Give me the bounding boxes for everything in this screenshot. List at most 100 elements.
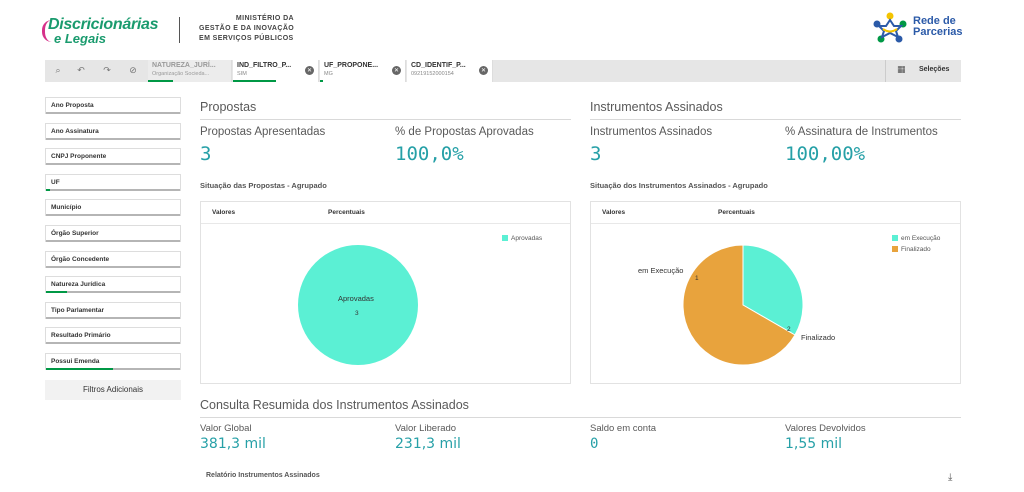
selections-button[interactable]: ▦ Seleções: [885, 60, 961, 82]
smart-search-icon[interactable]: ⌕: [51, 64, 65, 78]
selections-label: Seleções: [919, 66, 950, 73]
filter-label: Ano Proposta: [51, 102, 94, 109]
additional-filters-button[interactable]: Filtros Adicionais: [45, 380, 181, 400]
chip-natureza-juridica[interactable]: NATUREZA_JURÍ... Organização Socieda...: [148, 60, 232, 82]
filter-cnpj-proponente[interactable]: CNPJ Proponente: [45, 148, 181, 166]
consulta-label: Saldo em conta: [590, 423, 657, 434]
filter-label: Município: [51, 204, 82, 212]
consulta-section-title: Consulta Resumida dos Instrumentos Assin…: [200, 398, 469, 412]
consulta-value: 381,3 mil: [200, 436, 266, 452]
clear-selections-icon[interactable]: ⊘: [126, 64, 140, 78]
header-divider: [179, 17, 180, 43]
logo-line2: e Legais: [54, 31, 107, 46]
filter-uf[interactable]: UF: [45, 173, 181, 191]
propostas-section-title: Propostas: [200, 100, 257, 114]
filter-label: CNPJ Proponente: [51, 153, 107, 161]
close-icon[interactable]: ✕: [305, 66, 314, 75]
filter-orgao-concedente[interactable]: Órgão Concedente: [45, 250, 181, 268]
chip-uf-proponente[interactable]: UF_PROPONE... MG ✕: [320, 60, 406, 82]
filter-fill: [46, 368, 113, 370]
filter-possui-emenda[interactable]: Possui Emenda: [45, 353, 181, 370]
ministry-name: MINISTÉRIO DA GESTÃO E DA INOVAÇÃO EM SE…: [199, 14, 294, 44]
filter-label: Possui Emenda: [51, 358, 100, 365]
instrumentos-pie-chart[interactable]: [591, 202, 960, 383]
propostas-pie-chart[interactable]: [201, 202, 570, 383]
assinatura-instrumentos-label: % Assinatura de Instrumentos: [785, 126, 938, 138]
section-divider: [590, 119, 961, 120]
filter-track: [46, 137, 180, 140]
pie-value-finalizado: 2: [787, 326, 791, 333]
filter-label: Natureza Jurídica: [51, 281, 106, 289]
discricionarias-logo: Discricionárias e Legais: [42, 16, 167, 46]
ministry-line2: GESTÃO E DA INOVAÇÃO: [199, 25, 295, 32]
pie-label-aprovadas: Aprovadas: [338, 294, 374, 303]
pie-slice-aprovadas[interactable]: [298, 245, 418, 365]
legend-label: em Execução: [901, 235, 941, 242]
chip-progress: [233, 80, 276, 82]
filter-label: Resultado Primário: [51, 332, 111, 340]
instrumentos-chart-panel: Valores Percentuais em Execução Finalizad…: [590, 201, 961, 384]
instrumentos-chart-title: Situação dos Instrumentos Assinados - Ag…: [590, 181, 768, 190]
filter-municipio[interactable]: Município: [45, 199, 181, 217]
chip-ind-filtro[interactable]: IND_FILTRO_P... SIM ✕: [233, 60, 319, 82]
pie-value-em-execucao: 1: [695, 275, 699, 282]
ministry-line3: EM SERVIÇOS PÚBLICOS: [199, 35, 294, 42]
filter-label: Órgão Superior: [51, 230, 99, 237]
section-divider: [200, 417, 961, 418]
filter-track: [46, 316, 180, 319]
chip-value: SIM: [237, 71, 247, 77]
filter-ano-assinatura[interactable]: Ano Assinatura: [45, 122, 181, 140]
chip-value: MG: [324, 71, 333, 77]
chip-title: NATUREZA_JURÍ...: [152, 62, 216, 69]
filter-track: [46, 240, 180, 242]
selections-icon: ▦: [897, 65, 906, 75]
filter-track: [46, 163, 180, 166]
filter-track: [46, 112, 180, 114]
filter-track: [46, 214, 180, 217]
filter-tipo-parlamentar[interactable]: Tipo Parlamentar: [45, 301, 181, 319]
chip-title: IND_FILTRO_P...: [237, 62, 292, 69]
chip-cd-identif[interactable]: CD_IDENTIF_P... 09219152000154 ✕: [407, 60, 493, 82]
legend-swatch: [502, 235, 508, 241]
propostas-apresentadas-label: Propostas Apresentadas: [200, 126, 326, 138]
filter-fill: [46, 291, 68, 294]
propostas-apresentadas-value: 3: [200, 143, 212, 165]
filter-resultado-primario[interactable]: Resultado Primário: [45, 327, 181, 345]
consulta-value: 0: [590, 436, 599, 452]
filter-orgao-superior[interactable]: Órgão Superior: [45, 225, 181, 242]
download-icon[interactable]: ⤓: [948, 472, 960, 484]
pie-label-finalizado: Finalizado: [801, 333, 836, 342]
chip-value: Organização Socieda...: [152, 71, 210, 77]
legend-item[interactable]: em Execução: [892, 235, 952, 242]
consulta-value: 1,55 mil: [785, 436, 843, 452]
legend-label: Finalizado: [901, 246, 931, 253]
partner-name: Rede de Parcerias: [913, 16, 963, 38]
filter-label: UF: [51, 178, 60, 186]
legend-item[interactable]: Finalizado: [892, 246, 952, 253]
chip-title: CD_IDENTIF_P...: [411, 62, 466, 69]
rede-star-icon: [873, 12, 907, 43]
instrumentos-section-title: Instrumentos Assinados: [590, 100, 723, 114]
pie-label-em-execucao: em Execução: [638, 266, 684, 275]
chip-title: UF_PROPONE...: [324, 62, 379, 69]
relatorio-title: Relatório Instrumentos Assinados: [206, 472, 320, 479]
assinatura-instrumentos-value: 100,00%: [785, 143, 866, 165]
pie-value-aprovadas: 3: [355, 310, 359, 317]
close-icon[interactable]: ✕: [392, 66, 401, 75]
filter-fill: [46, 188, 51, 191]
propostas-chart-title: Situação das Propostas - Agrupado: [200, 181, 327, 190]
legend-item[interactable]: Aprovadas: [502, 235, 562, 242]
filter-label: Órgão Concedente: [51, 255, 110, 263]
propostas-aprovadas-value: 100,0%: [395, 143, 464, 165]
legend-label: Aprovadas: [511, 235, 543, 242]
instrumentos-assinados-label: Instrumentos Assinados: [590, 126, 713, 138]
filter-natureza-juridica[interactable]: Natureza Jurídica: [45, 276, 181, 294]
filter-label: Tipo Parlamentar: [51, 306, 104, 314]
section-divider: [200, 119, 571, 120]
filter-track: [46, 188, 180, 191]
step-back-icon[interactable]: ↶: [74, 64, 88, 78]
consulta-value: 231,3 mil: [395, 436, 461, 452]
step-forward-icon[interactable]: ↷: [100, 64, 114, 78]
filter-ano-proposta[interactable]: Ano Proposta: [45, 97, 181, 114]
close-icon[interactable]: ✕: [479, 66, 488, 75]
